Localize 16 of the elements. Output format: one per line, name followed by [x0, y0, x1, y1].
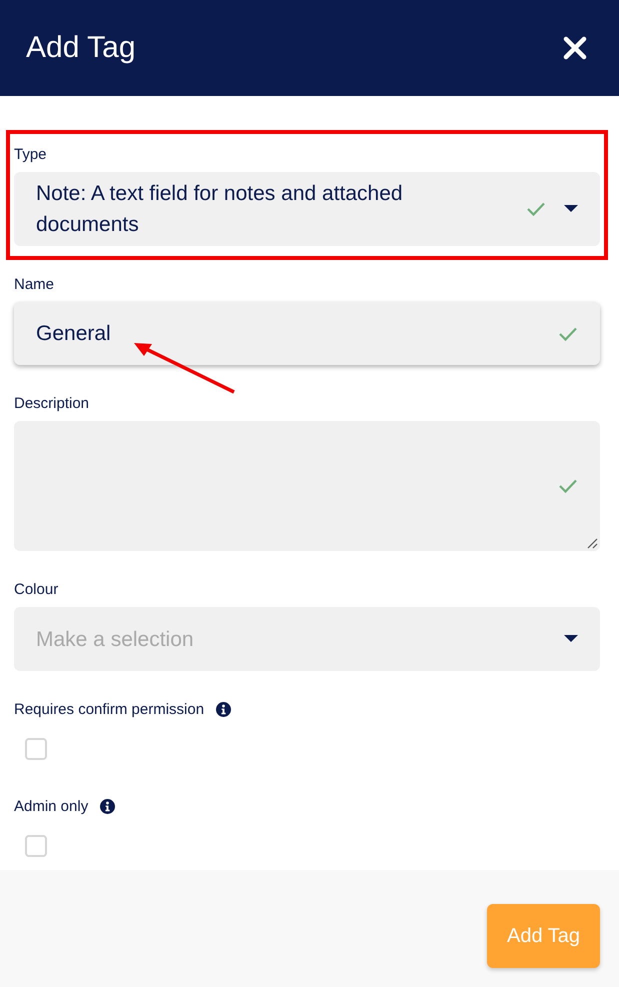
- field-label: Colour: [14, 581, 60, 598]
- dialog-title: Add Tag: [26, 31, 136, 65]
- checkbox-label: Requires confirm permission: [14, 701, 204, 718]
- checkbox[interactable]: [25, 738, 47, 760]
- field-label: Type: [14, 146, 48, 163]
- resize-grip-icon: [586, 537, 598, 549]
- field-label: Description: [14, 395, 90, 412]
- close-icon[interactable]: [563, 36, 587, 60]
- text-area[interactable]: [14, 421, 600, 551]
- checkbox[interactable]: [25, 835, 47, 857]
- select-field[interactable]: Note: A text field for notes and attached documents: [14, 172, 600, 246]
- text-input[interactable]: General: [14, 302, 600, 365]
- caret-icon: [564, 635, 578, 643]
- field-label: Name: [14, 276, 56, 293]
- caret-icon: [564, 205, 578, 213]
- checkbox-label: Admin only: [14, 798, 88, 815]
